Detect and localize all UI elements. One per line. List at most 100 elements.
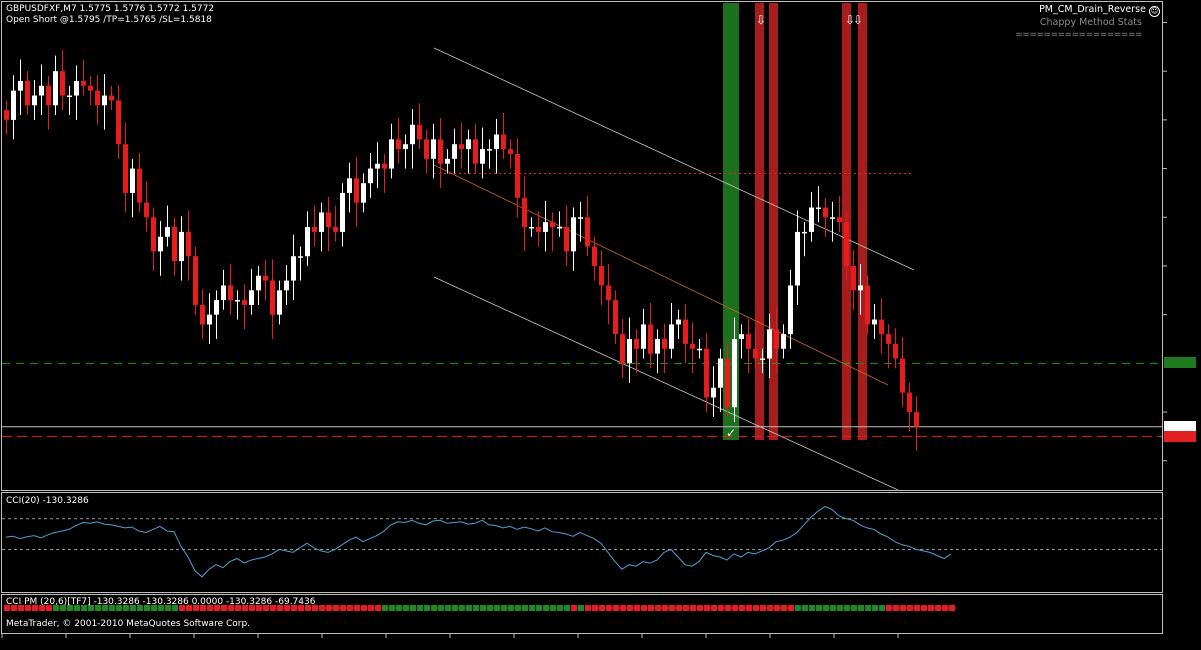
candle-body xyxy=(46,85,51,106)
indicator-stats-panel: PM_CM_Drain_Reverse ☺ Chappy Method Stat… xyxy=(1000,4,1160,324)
candle-body xyxy=(277,290,282,315)
candle-body xyxy=(781,334,786,349)
candle-body xyxy=(130,168,135,193)
candle-body xyxy=(354,178,359,203)
candle-body xyxy=(858,285,863,291)
candle-body xyxy=(627,339,632,364)
stat-row xyxy=(1000,87,1160,102)
candle-body xyxy=(25,80,30,106)
candle-body xyxy=(837,217,842,223)
price-axis-ticks xyxy=(1163,21,1167,462)
candle-body xyxy=(494,134,499,150)
candle-body xyxy=(32,95,37,106)
channel-mid-line xyxy=(433,164,889,386)
stat-row xyxy=(1000,117,1160,132)
candle-body xyxy=(508,149,513,154)
indicator-title-text: PM_CM_Drain_Reverse xyxy=(1039,4,1146,15)
candle-body xyxy=(193,256,198,305)
candle-body xyxy=(704,348,709,398)
stat-row xyxy=(1000,42,1160,57)
candle-body xyxy=(179,231,184,262)
candle-body xyxy=(529,227,534,229)
candle-body xyxy=(501,134,506,150)
candle-body xyxy=(431,139,436,159)
candle-body xyxy=(403,144,408,150)
candle-body xyxy=(228,285,233,301)
current-price-label xyxy=(1164,420,1196,432)
candle-body xyxy=(137,168,142,203)
stat-row xyxy=(1000,147,1160,162)
candle-body xyxy=(60,71,65,96)
candlesticks xyxy=(4,49,919,452)
candle-body xyxy=(312,227,317,232)
candle-body xyxy=(4,110,9,120)
stat-row xyxy=(1000,282,1160,297)
stat-row xyxy=(1000,207,1160,222)
metatrader-chart-window: ⇩ ⇩ ⇩ ✓ GBPUSDFXF,M7 1.5775 1.5776 1.5772 1… xyxy=(0,0,1201,650)
candle-body xyxy=(851,265,856,291)
candle-body xyxy=(802,231,807,234)
candle-body xyxy=(711,387,716,398)
stat-row xyxy=(1000,237,1160,252)
candle-body xyxy=(158,236,163,252)
signal-band xyxy=(769,3,778,440)
horizontal-levels xyxy=(2,172,1162,437)
candle-body xyxy=(697,348,702,351)
candle-body xyxy=(662,339,667,349)
candle-body xyxy=(522,197,527,228)
candle-body xyxy=(886,334,891,344)
signal-bands xyxy=(723,3,867,440)
candle-body xyxy=(459,144,464,150)
candle-body xyxy=(389,139,394,169)
candle-body xyxy=(795,231,800,286)
candle-body xyxy=(445,158,450,164)
candle-body xyxy=(718,358,723,388)
candle-body xyxy=(788,285,793,335)
candle-body xyxy=(872,319,877,325)
candle-body xyxy=(305,227,310,257)
candle-body xyxy=(830,217,835,219)
candle-body xyxy=(550,222,555,228)
candle-body xyxy=(536,227,541,232)
candle-body xyxy=(249,290,254,305)
stat-row xyxy=(1000,267,1160,282)
candle-body xyxy=(774,329,779,349)
stat-row xyxy=(1000,297,1160,312)
candle-body xyxy=(606,285,611,301)
candle-body xyxy=(760,358,765,361)
candle-body xyxy=(585,217,590,247)
candle-body xyxy=(256,275,261,291)
candle-body xyxy=(221,285,226,301)
candle-body xyxy=(893,343,898,359)
candle-body xyxy=(326,212,331,228)
candle-body xyxy=(480,149,485,164)
candle-body xyxy=(557,227,562,229)
candle-body xyxy=(844,222,849,266)
candle-body xyxy=(368,168,373,184)
candle-body xyxy=(655,339,660,354)
cci-pane[interactable] xyxy=(1,492,1163,593)
candle-body xyxy=(410,124,415,145)
stat-row xyxy=(1000,132,1160,147)
candle-body xyxy=(333,227,338,232)
symbol-info: GBPUSDFXF,M7 1.5775 1.5776 1.5772 1.5772 xyxy=(6,4,215,14)
candle-body xyxy=(599,265,604,286)
candle-body xyxy=(270,280,275,315)
candle-body xyxy=(466,139,471,150)
entry-price-label xyxy=(1164,357,1196,369)
down-arrow-icon: ⇩ xyxy=(756,13,766,27)
candle-body xyxy=(613,300,618,335)
candle-body xyxy=(753,348,758,359)
candle-body xyxy=(648,324,653,354)
candle-body xyxy=(424,139,429,159)
candle-body xyxy=(641,324,646,349)
candle-body xyxy=(18,80,23,91)
channel-lower-line xyxy=(433,276,899,491)
candle-body xyxy=(620,334,625,364)
candle-body xyxy=(11,90,16,120)
candle-body xyxy=(732,339,737,408)
cci-title: CCI(20) -130.3286 xyxy=(6,496,89,506)
candle-body xyxy=(417,124,422,140)
candle-body xyxy=(109,95,114,101)
candle-body xyxy=(382,163,387,169)
